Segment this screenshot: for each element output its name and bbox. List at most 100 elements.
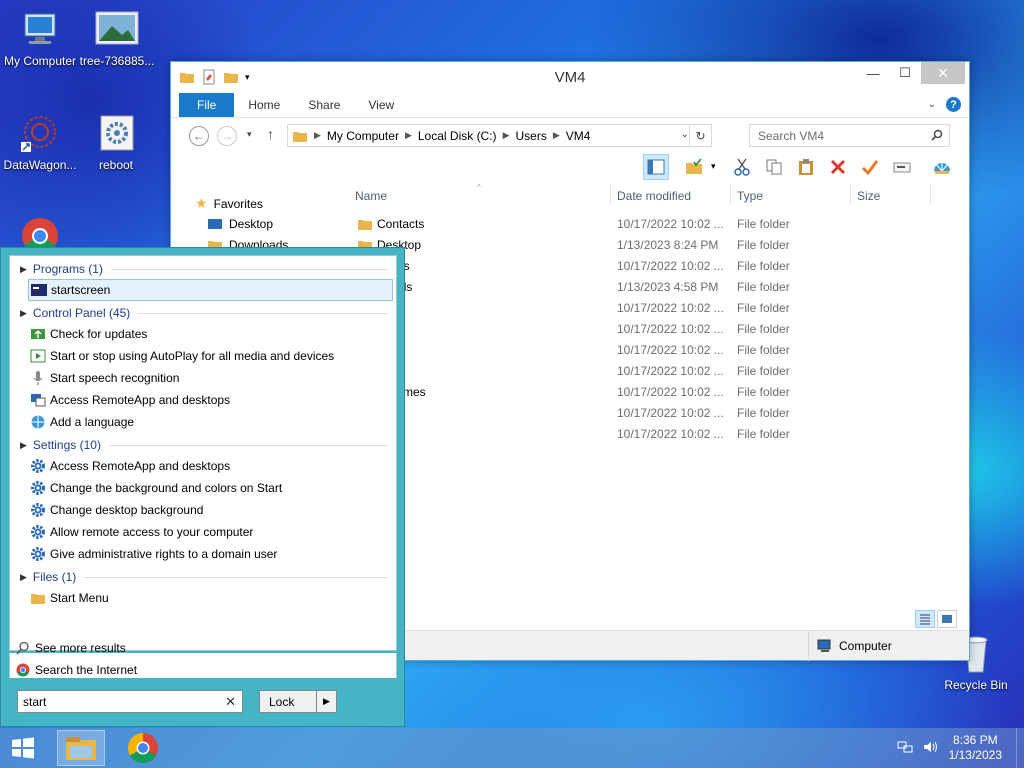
row-type: File folder xyxy=(737,343,790,357)
breadcrumb-my-computer[interactable]: My Computer xyxy=(327,129,399,143)
search-result-item[interactable]: Add a language xyxy=(28,411,393,433)
nav-desktop[interactable]: Desktop xyxy=(207,217,273,231)
search-result-item[interactable]: Start or stop using AutoPlay for all med… xyxy=(28,345,393,367)
clock-time: 8:36 PM xyxy=(952,733,998,747)
row-name-cell: Contacts xyxy=(357,217,424,231)
large-icons-view-icon xyxy=(942,615,952,623)
table-row[interactable]: ches10/17/2022 10:02 ...File folder xyxy=(351,403,939,424)
table-row[interactable]: Contacts 10/17/2022 10:02 ... File folder xyxy=(351,214,939,235)
search-result-item[interactable]: Change the background and colors on Star… xyxy=(28,477,393,499)
table-row[interactable]: nloads1/13/2023 4:58 PMFile folder xyxy=(351,277,939,298)
table-row[interactable]: 10/17/2022 10:02 ... File folder xyxy=(351,319,939,340)
search-result-item[interactable]: Start Menu xyxy=(28,587,393,609)
preview-pane-icon xyxy=(647,159,665,175)
search-result-item[interactable]: Access RemoteApp and desktops xyxy=(28,389,393,411)
clear-search-icon[interactable]: ✕ xyxy=(225,694,236,710)
cut-button[interactable] xyxy=(729,154,755,180)
search-result-item[interactable]: Change desktop background xyxy=(28,499,393,521)
folder-options-button[interactable] xyxy=(681,154,707,180)
refresh-button[interactable]: ↻ xyxy=(689,125,711,146)
tab-home[interactable]: Home xyxy=(234,93,294,117)
table-row[interactable]: ments10/17/2022 10:02 ...File folder xyxy=(351,256,939,277)
group-divider xyxy=(110,268,388,270)
details-view-button[interactable] xyxy=(915,610,935,628)
power-options-arrow-icon[interactable]: ▶ xyxy=(316,691,336,712)
shell-button[interactable] xyxy=(929,154,955,180)
search-input[interactable]: Search VM4 xyxy=(749,124,950,147)
search-result-item[interactable]: startscreen xyxy=(28,279,393,301)
back-button[interactable]: ← xyxy=(189,126,209,146)
column-name[interactable]: Name xyxy=(355,189,387,203)
table-row[interactable]: Desktop 1/13/2023 8:24 PM File folder xyxy=(351,235,939,256)
preview-pane-button[interactable] xyxy=(643,154,669,180)
desktop-icon-datawagon[interactable]: DataWagon... xyxy=(0,112,80,172)
taskbar-file-explorer[interactable] xyxy=(57,730,105,766)
search-result-item[interactable]: Allow remote access to your computer xyxy=(28,521,393,543)
taskbar-chrome[interactable] xyxy=(119,730,167,766)
tab-file[interactable]: File xyxy=(179,93,235,117)
search-result-item[interactable]: Check for updates xyxy=(28,323,393,345)
recent-locations-icon[interactable]: ▾ xyxy=(247,129,252,140)
clipboard-icon xyxy=(799,159,813,175)
search-internet-link[interactable]: Search the Internet xyxy=(16,663,137,677)
properties-button[interactable] xyxy=(889,154,915,180)
start-button[interactable] xyxy=(8,736,38,760)
nav-favorites[interactable]: ★ Favorites xyxy=(195,195,263,212)
row-name: Contacts xyxy=(377,217,425,231)
table-row[interactable]: os10/17/2022 10:02 ...File folder xyxy=(351,424,939,445)
breadcrumb-users[interactable]: Users xyxy=(515,129,546,143)
search-result-item[interactable]: Give administrative rights to a domain u… xyxy=(28,543,393,565)
address-bar[interactable]: ▶ My Computer ▶ Local Disk (C:) ▶ Users … xyxy=(287,124,712,147)
row-type: File folder xyxy=(737,280,790,294)
rename-button[interactable] xyxy=(857,154,883,180)
forward-button[interactable]: → xyxy=(217,126,237,146)
address-dropdown-icon[interactable]: ⌄ xyxy=(681,129,689,140)
breadcrumb-vm4[interactable]: VM4 xyxy=(566,129,591,143)
up-button[interactable]: ↑ xyxy=(267,126,274,142)
search-group-header[interactable]: ▶ Programs (1) xyxy=(20,260,388,278)
search-result-item[interactable]: Access RemoteApp and desktops xyxy=(28,455,393,477)
help-icon[interactable]: ? xyxy=(946,97,961,112)
row-type: File folder xyxy=(737,259,790,273)
title-bar[interactable]: ▾ VM4 — ☐ ✕ xyxy=(171,62,969,93)
gear-icon xyxy=(30,480,46,496)
search-result-item[interactable]: Start speech recognition xyxy=(28,367,393,389)
lock-button[interactable]: Lock ▶ xyxy=(259,690,337,713)
maximize-button[interactable]: ☐ xyxy=(889,62,921,84)
clock[interactable]: 8:36 PM 1/13/2023 xyxy=(949,733,1002,763)
paste-button[interactable] xyxy=(793,154,819,180)
start-search-input[interactable]: start ✕ xyxy=(17,690,243,713)
column-size[interactable]: Size xyxy=(857,189,880,203)
search-group-header[interactable]: ▶ Files (1) xyxy=(20,568,388,586)
expand-ribbon-icon[interactable]: ⌄ xyxy=(928,99,936,110)
table-row[interactable]: d Games10/17/2022 10:02 ...File folder xyxy=(351,382,939,403)
table-row[interactable]: res10/17/2022 10:02 ...File folder xyxy=(351,361,939,382)
desktop-icon-my-computer[interactable]: My Computer xyxy=(0,8,80,68)
tab-view[interactable]: View xyxy=(354,93,408,117)
desktop-icon-tree-image[interactable]: tree-736885... xyxy=(76,8,158,68)
search-group-header[interactable]: ▶ Control Panel (45) xyxy=(20,304,388,322)
table-row[interactable]: rites10/17/2022 10:02 ...File folder xyxy=(351,298,939,319)
show-desktop-button[interactable] xyxy=(1016,728,1024,768)
delete-button[interactable] xyxy=(825,154,851,180)
minimize-button[interactable]: — xyxy=(857,62,889,84)
close-button[interactable]: ✕ xyxy=(921,62,965,84)
copy-button[interactable] xyxy=(761,154,787,180)
see-more-results-link[interactable]: See more results xyxy=(16,641,126,655)
volume-icon[interactable] xyxy=(923,740,939,757)
breadcrumb-local-disk[interactable]: Local Disk (C:) xyxy=(418,129,497,143)
table-row[interactable]: c10/17/2022 10:02 ...File folder xyxy=(351,340,939,361)
tab-share[interactable]: Share xyxy=(294,93,354,117)
column-date-modified[interactable]: Date modified xyxy=(617,189,691,203)
search-group-header[interactable]: ▶ Settings (10) xyxy=(20,436,388,454)
properties-icon xyxy=(893,162,911,173)
row-date: 10/17/2022 10:02 ... xyxy=(617,406,724,420)
desktop-icon-reboot[interactable]: reboot xyxy=(76,112,156,172)
star-icon: ★ xyxy=(195,195,208,211)
network-icon[interactable] xyxy=(897,740,913,757)
large-icons-view-button[interactable] xyxy=(937,610,957,628)
column-type[interactable]: Type xyxy=(737,189,763,203)
row-date: 10/17/2022 10:02 ... xyxy=(617,217,724,231)
microphone-icon xyxy=(30,370,46,386)
folder-options-dropdown-icon[interactable]: ▾ xyxy=(711,161,716,172)
